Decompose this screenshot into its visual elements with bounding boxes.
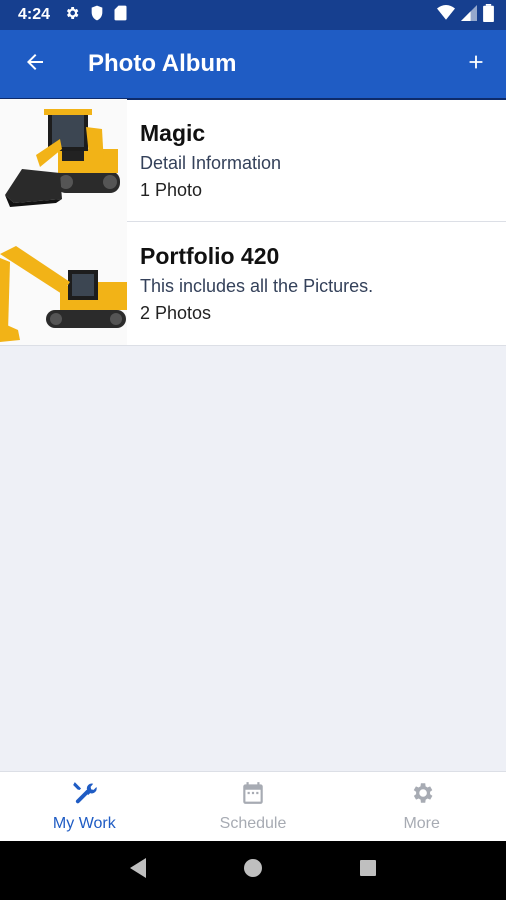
album-photo-count: 1 Photo bbox=[140, 180, 203, 200]
nav-label: Schedule bbox=[219, 815, 287, 832]
battery-icon bbox=[483, 3, 494, 27]
recents-square-icon bbox=[359, 859, 377, 882]
album-description: Detail Information bbox=[140, 153, 282, 173]
home-circle-icon bbox=[243, 858, 263, 883]
excavator-image bbox=[0, 222, 127, 345]
sd-card-icon bbox=[114, 5, 127, 26]
app-bar: Photo Album bbox=[0, 30, 506, 98]
album-photo-count: 2 Photos bbox=[140, 303, 212, 323]
calendar-icon bbox=[240, 780, 266, 811]
album-name: Magic bbox=[140, 120, 206, 146]
back-button[interactable] bbox=[0, 30, 70, 98]
tools-icon bbox=[71, 780, 98, 811]
album-thumbnail bbox=[0, 222, 127, 345]
status-left-icons bbox=[64, 5, 127, 26]
nav-schedule[interactable]: Schedule bbox=[169, 772, 338, 841]
signal-icon bbox=[461, 4, 477, 26]
system-home-button[interactable] bbox=[233, 851, 273, 891]
back-triangle-icon bbox=[128, 857, 148, 884]
bottom-nav: My Work Schedule More bbox=[0, 771, 506, 841]
skid-steer-loader-image bbox=[0, 99, 127, 222]
plus-icon bbox=[465, 51, 487, 78]
status-time: 4:24 bbox=[18, 6, 51, 23]
wifi-icon bbox=[437, 4, 455, 26]
status-bar: 4:24 bbox=[0, 0, 506, 30]
add-album-button[interactable] bbox=[446, 30, 506, 98]
system-back-button[interactable] bbox=[118, 851, 158, 891]
gear-icon bbox=[409, 780, 435, 811]
album-text: Magic Detail Information 1 Photo bbox=[127, 120, 281, 201]
nav-label: More bbox=[403, 815, 440, 832]
album-thumbnail bbox=[0, 99, 127, 222]
album-list: Magic Detail Information 1 Photo Portfol… bbox=[0, 98, 506, 346]
nav-label: My Work bbox=[52, 815, 116, 832]
page-title: Photo Album bbox=[88, 50, 237, 77]
shield-icon bbox=[90, 5, 104, 26]
system-recents-button[interactable] bbox=[348, 851, 388, 891]
album-text: Portfolio 420 This includes all the Pict… bbox=[127, 243, 373, 324]
status-right-icons bbox=[437, 3, 494, 27]
nav-more[interactable]: More bbox=[337, 772, 506, 841]
gear-icon bbox=[64, 5, 80, 26]
arrow-left-icon bbox=[23, 50, 47, 79]
album-row-portfolio-420[interactable]: Portfolio 420 This includes all the Pict… bbox=[0, 222, 506, 346]
album-name: Portfolio 420 bbox=[140, 243, 280, 269]
system-nav-bar bbox=[0, 841, 506, 900]
nav-my-work[interactable]: My Work bbox=[0, 772, 169, 841]
album-row-magic[interactable]: Magic Detail Information 1 Photo bbox=[0, 98, 506, 222]
album-description: This includes all the Pictures. bbox=[140, 276, 374, 296]
